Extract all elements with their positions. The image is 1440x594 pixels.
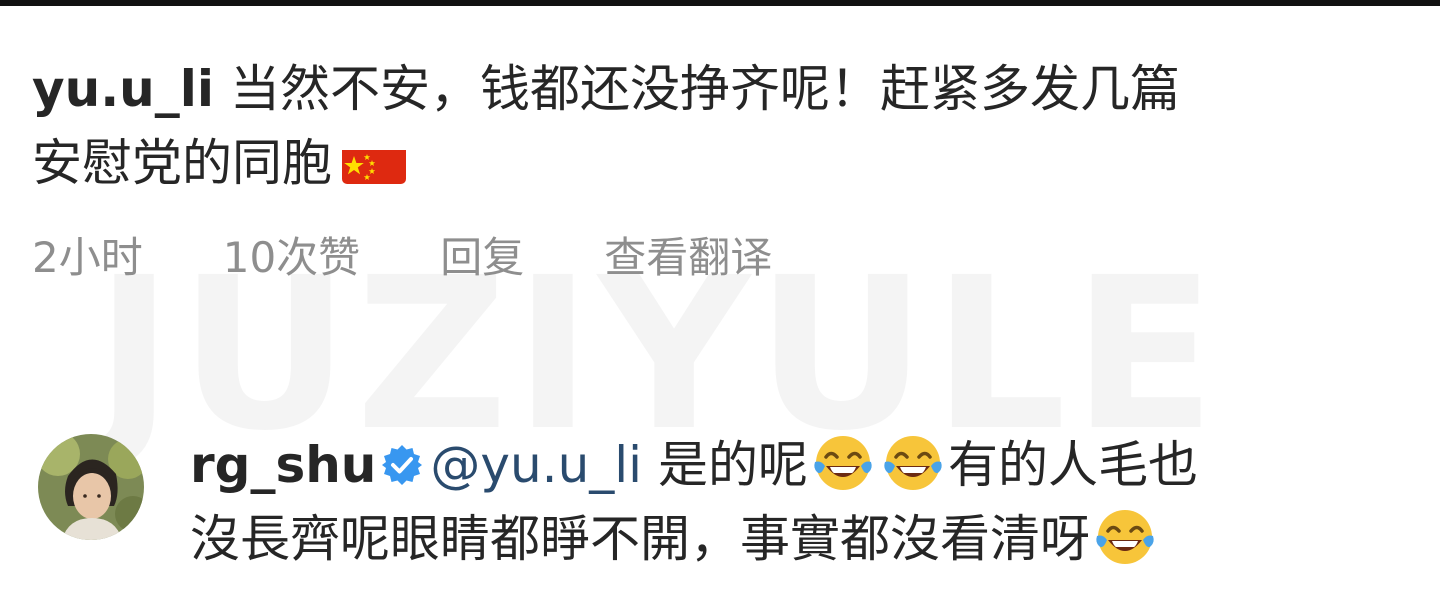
comment-yu-u-li: yu.u_li 当然不安，钱都还没挣齐呢！赶紧多发几篇 安慰党的同胞 [32,52,1422,200]
likes-count-link[interactable]: 10次赞 [223,233,360,282]
comment-timestamp: 2小时 [32,233,143,282]
comment-username[interactable]: yu.u_li [32,60,214,118]
mention-link[interactable]: @yu.u_li [430,436,642,494]
verified-badge-icon [380,433,424,485]
comment-username[interactable]: rg_shu [190,436,376,494]
top-bar [0,0,1440,6]
china-flag-icon [342,140,406,184]
comment-text-line1: 当然不安，钱都还没挣齐呢！赶紧多发几篇 [214,60,1180,118]
comment-text-part2: 有的人毛也 [947,436,1198,494]
comment-text-line2: 沒長齊呢眼睛都睜不開，事實都沒看清呀 [190,510,1090,568]
face-with-tears-of-joy-icon [812,432,874,494]
comment-text-part1: 是的呢 [642,436,808,494]
face-with-tears-of-joy-icon [882,432,944,494]
see-translation-link[interactable]: 查看翻译 [604,233,772,282]
comment-text-line2: 安慰党的同胞 [32,134,332,192]
face-with-tears-of-joy-icon [1094,506,1156,568]
reply-link[interactable]: 回复 [440,233,524,282]
comment-rg-shu: rg_shu @yu.u_li 是的呢 有的人毛也 沒長齊呢眼睛都睜不開，事實都沒看… [190,428,1420,576]
avatar[interactable] [38,434,144,540]
comment-meta-row: 2小时 10次赞 回复 查看翻译 [32,226,852,290]
